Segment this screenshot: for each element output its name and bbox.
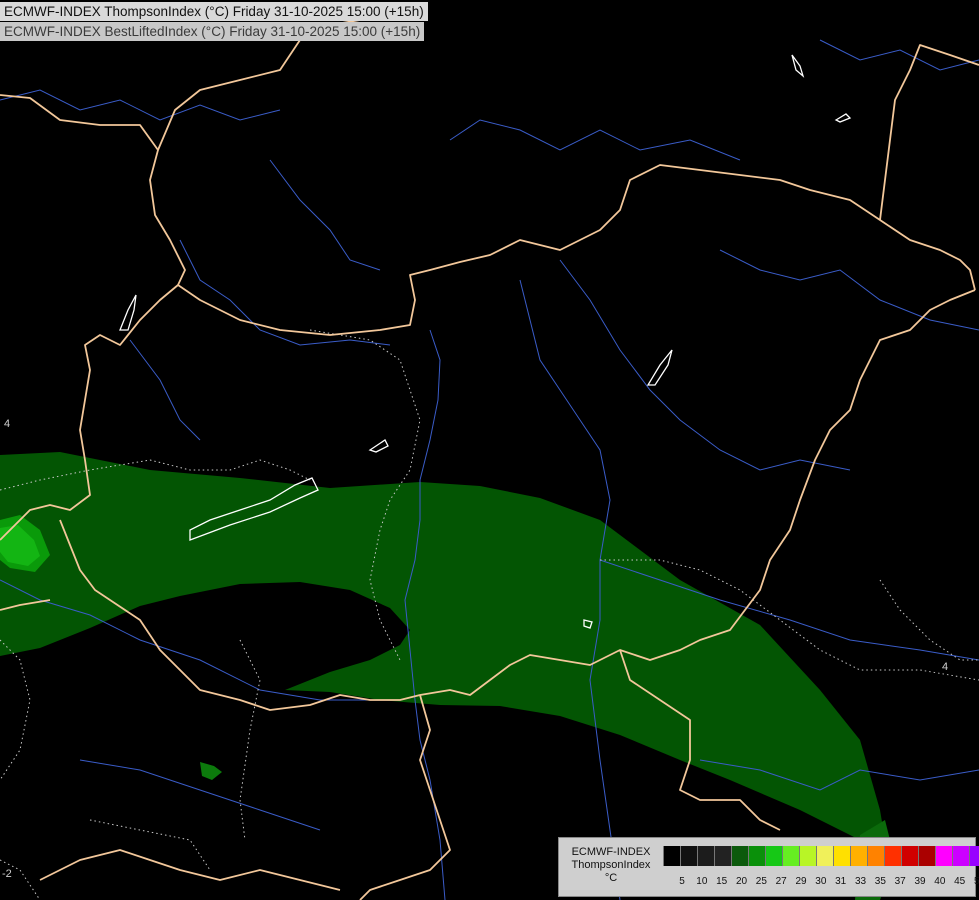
map-title-thompson-index: ECMWF-INDEX ThompsonIndex (°C) Friday 31… xyxy=(0,2,428,21)
legend-title-line: ThompsonIndex xyxy=(571,859,651,871)
contour-label: 4 xyxy=(942,661,948,673)
legend-tick-label: 50 xyxy=(973,876,979,887)
legend-swatch xyxy=(799,846,816,866)
legend-tick-label: 33 xyxy=(854,876,867,887)
legend-tick-label: 5 xyxy=(679,876,685,887)
legend-swatch xyxy=(918,846,935,866)
legend-tick-label: 45 xyxy=(954,876,966,887)
legend-swatch xyxy=(867,846,884,866)
legend-swatch xyxy=(731,846,748,866)
legend-swatch xyxy=(884,846,901,866)
legend-swatch xyxy=(850,846,867,866)
legend-swatch xyxy=(935,846,952,866)
weather-map: 4 4 -2 xyxy=(0,0,979,900)
legend-tick-label: 10 xyxy=(696,876,708,887)
legend-swatches xyxy=(663,846,979,866)
legend-tick-label: 15 xyxy=(716,876,728,887)
legend-tick-label: 31 xyxy=(835,876,847,887)
legend-title: ECMWF-INDEX ThompsonIndex °C xyxy=(563,846,659,885)
legend-swatch xyxy=(680,846,697,866)
legend-tick-label: 35 xyxy=(874,876,886,887)
legend-tick-label: 25 xyxy=(755,876,767,887)
legend-swatch xyxy=(697,846,714,866)
contour-label: -2 xyxy=(2,868,12,880)
legend-tick-label: 37 xyxy=(894,876,906,887)
legend-tick-label: 30 xyxy=(815,876,827,887)
legend-swatch xyxy=(765,846,782,866)
legend-tick-label: 20 xyxy=(735,876,748,887)
legend-tick-label: 40 xyxy=(934,876,946,887)
legend-swatch xyxy=(952,846,969,866)
legend-swatch xyxy=(748,846,765,866)
legend-title-line: ECMWF-INDEX xyxy=(571,846,651,858)
legend-tick-label: 29 xyxy=(795,876,807,887)
legend-swatch xyxy=(782,846,799,866)
legend-swatch xyxy=(816,846,833,866)
legend-swatch xyxy=(901,846,918,866)
legend-swatch xyxy=(833,846,850,866)
color-legend: ECMWF-INDEX ThompsonIndex °C 5 10 15 20 25 27… xyxy=(558,837,979,897)
legend-swatch xyxy=(969,846,979,866)
map-title-best-lifted-index: ECMWF-INDEX BestLiftedIndex (°C) Friday … xyxy=(0,22,425,41)
legend-tick-label: 27 xyxy=(775,876,787,887)
legend-swatch xyxy=(714,846,731,866)
legend-swatch xyxy=(663,846,680,866)
legend-tick-label: 39 xyxy=(914,876,926,887)
contour-label: 4 xyxy=(4,418,10,430)
legend-title-line: °C xyxy=(604,872,618,884)
